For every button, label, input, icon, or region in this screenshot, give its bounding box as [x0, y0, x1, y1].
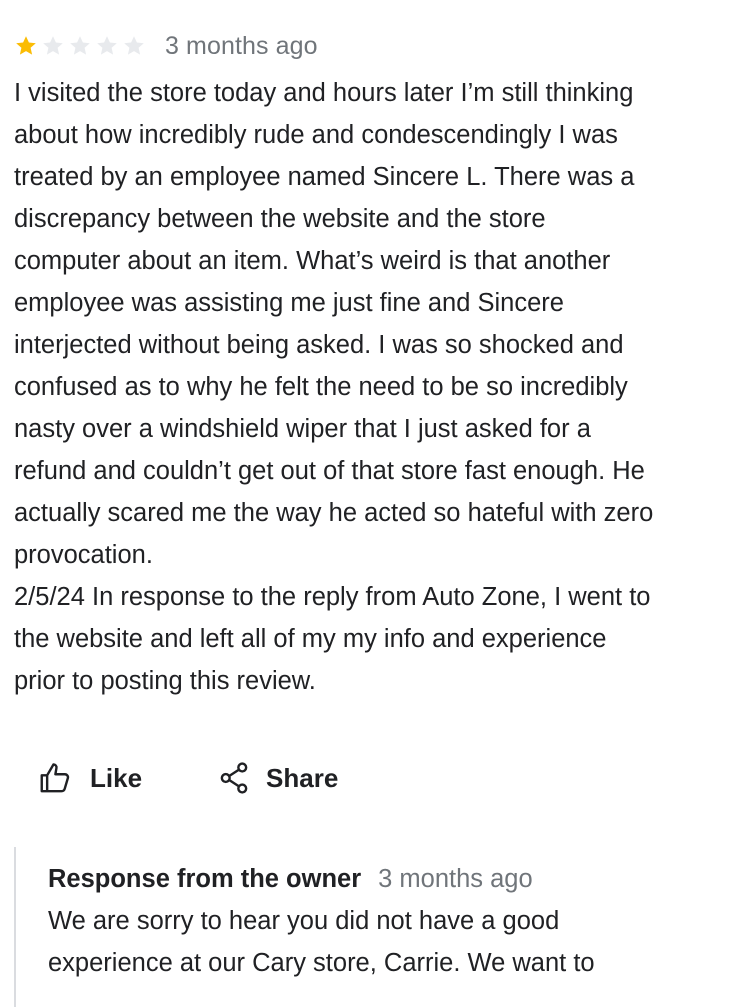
- star-rating: [14, 34, 146, 58]
- text-line: treated by an employee named Sincere L. …: [14, 163, 635, 191]
- owner-response: Response from the owner 3 months ago We …: [14, 847, 736, 1007]
- star-empty-icon: [41, 34, 65, 58]
- text-line: employee was assisting me just fine and …: [14, 289, 564, 317]
- text-line: prior to posting this review.: [14, 667, 316, 695]
- text-line: nasty over a windshield wiper that I jus…: [14, 415, 591, 443]
- review-actions: Like Share: [38, 760, 338, 796]
- review-card: 3 months ago I visited the store today a…: [14, 28, 736, 702]
- star-empty-icon: [95, 34, 119, 58]
- review-meta: 3 months ago: [14, 28, 736, 64]
- text-line: about how incredibly rude and condescend…: [14, 121, 618, 149]
- share-label: Share: [266, 762, 339, 793]
- star-filled-icon: [14, 34, 38, 58]
- owner-response-text: We are sorry to hear you did not have a …: [48, 900, 736, 984]
- text-line: 2/5/24 In response to the reply from Aut…: [14, 583, 651, 611]
- thumbs-up-icon: [40, 763, 70, 793]
- text-line: confused as to why he felt the need to b…: [14, 373, 628, 401]
- text-line: provocation.: [14, 541, 153, 569]
- like-label: Like: [90, 762, 143, 793]
- text-line: computer about an item. What’s weird is …: [14, 247, 611, 275]
- text-line: actually scared me the way he acted so h…: [14, 499, 654, 527]
- text-line: discrepancy between the website and the …: [14, 205, 546, 233]
- like-button[interactable]: Like: [38, 760, 142, 796]
- text-line: interjected without being asked. I was s…: [14, 331, 624, 359]
- share-icon: [220, 762, 248, 794]
- text-line: refund and couldn’t get out of that stor…: [14, 457, 645, 485]
- text-line: experience at our Cary store, Carrie. We…: [48, 949, 595, 977]
- star-empty-icon: [68, 34, 92, 58]
- owner-response-title: Response from the owner: [48, 865, 362, 893]
- review-text: I visited the store today and hours late…: [14, 72, 736, 702]
- owner-response-time: 3 months ago: [378, 865, 533, 893]
- star-empty-icon: [122, 34, 146, 58]
- review-time: 3 months ago: [165, 31, 318, 60]
- share-button[interactable]: Share: [216, 760, 338, 796]
- text-line: We are sorry to hear you did not have a …: [48, 907, 560, 935]
- owner-response-header: Response from the owner 3 months ago: [48, 865, 736, 894]
- text-line: the website and left all of my my info a…: [14, 625, 607, 653]
- text-line: I visited the store today and hours late…: [14, 79, 634, 107]
